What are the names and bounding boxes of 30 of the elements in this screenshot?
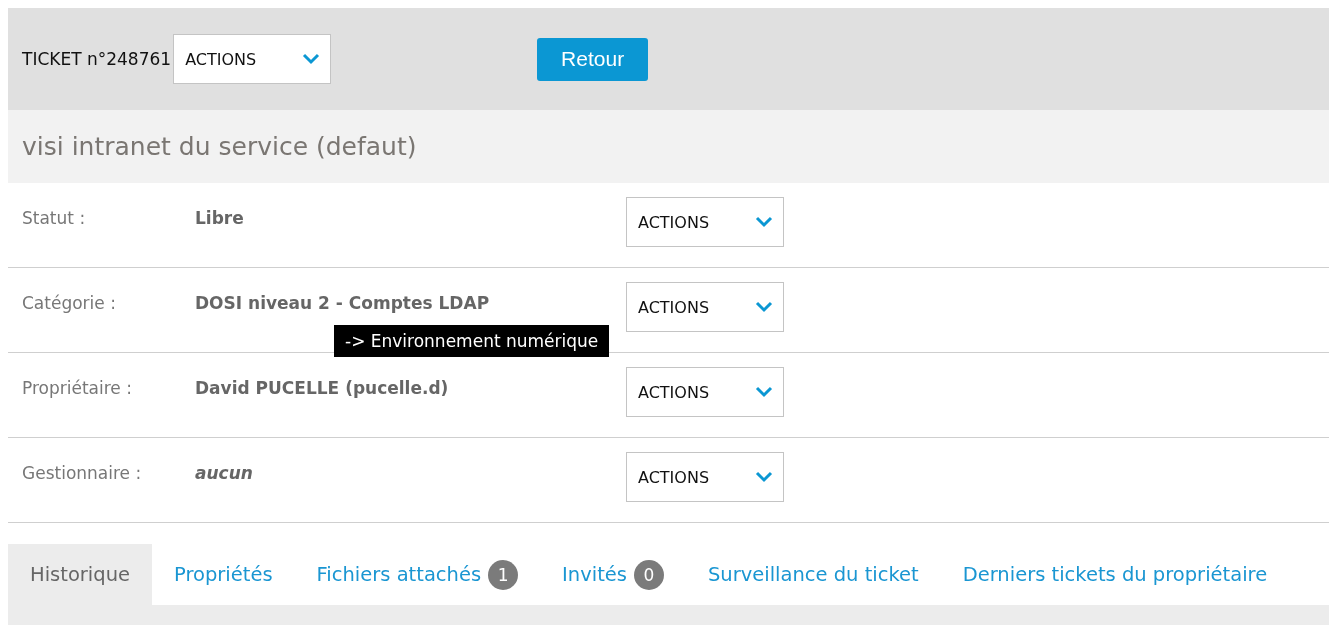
tab[interactable]: Fichiers attachés 1 xyxy=(294,544,541,605)
field-label: Propriétaire : xyxy=(21,377,133,398)
chevron-down-icon xyxy=(755,216,773,228)
actions-dropdown[interactable]: ACTIONS xyxy=(626,367,784,417)
field-value: Libre xyxy=(195,207,245,228)
tab[interactable]: Propriétés xyxy=(152,544,295,605)
field-value: aucun xyxy=(195,462,254,483)
actions-dropdown[interactable]: ACTIONS xyxy=(173,34,332,84)
count-badge: 1 xyxy=(488,559,519,590)
tab[interactable]: Invités 0 xyxy=(540,544,686,605)
ticket-number: TICKET n°248761 xyxy=(22,49,172,69)
actions-dropdown[interactable]: ACTIONS xyxy=(626,452,784,502)
tooltip: -> Environnement numérique xyxy=(334,325,610,357)
chevron-down-icon xyxy=(755,471,773,483)
count-badge: 0 xyxy=(633,559,664,590)
tab[interactable]: Historique xyxy=(8,544,152,605)
chevron-down-icon xyxy=(755,301,773,313)
chevron-down-icon xyxy=(302,53,321,65)
field-label: Gestionnaire : xyxy=(21,462,143,483)
tab[interactable]: Surveillance du ticket xyxy=(685,544,941,605)
chevron-down-icon xyxy=(755,386,773,398)
service-title: visi intranet du service (defaut) xyxy=(8,110,1329,183)
field-label: Catégorie : xyxy=(21,292,117,313)
field-value: DOSI niveau 2 - Comptes LDAP xyxy=(195,292,491,313)
actions-dropdown[interactable]: ACTIONS xyxy=(626,282,784,332)
back-button[interactable]: Retour xyxy=(537,37,649,81)
field-value: David PUCELLE (pucelle.d) xyxy=(195,377,450,398)
tab[interactable]: Derniers tickets du propriétaire xyxy=(940,544,1290,605)
field-label: Statut : xyxy=(21,207,87,228)
actions-dropdown[interactable]: ACTIONS xyxy=(626,197,784,247)
